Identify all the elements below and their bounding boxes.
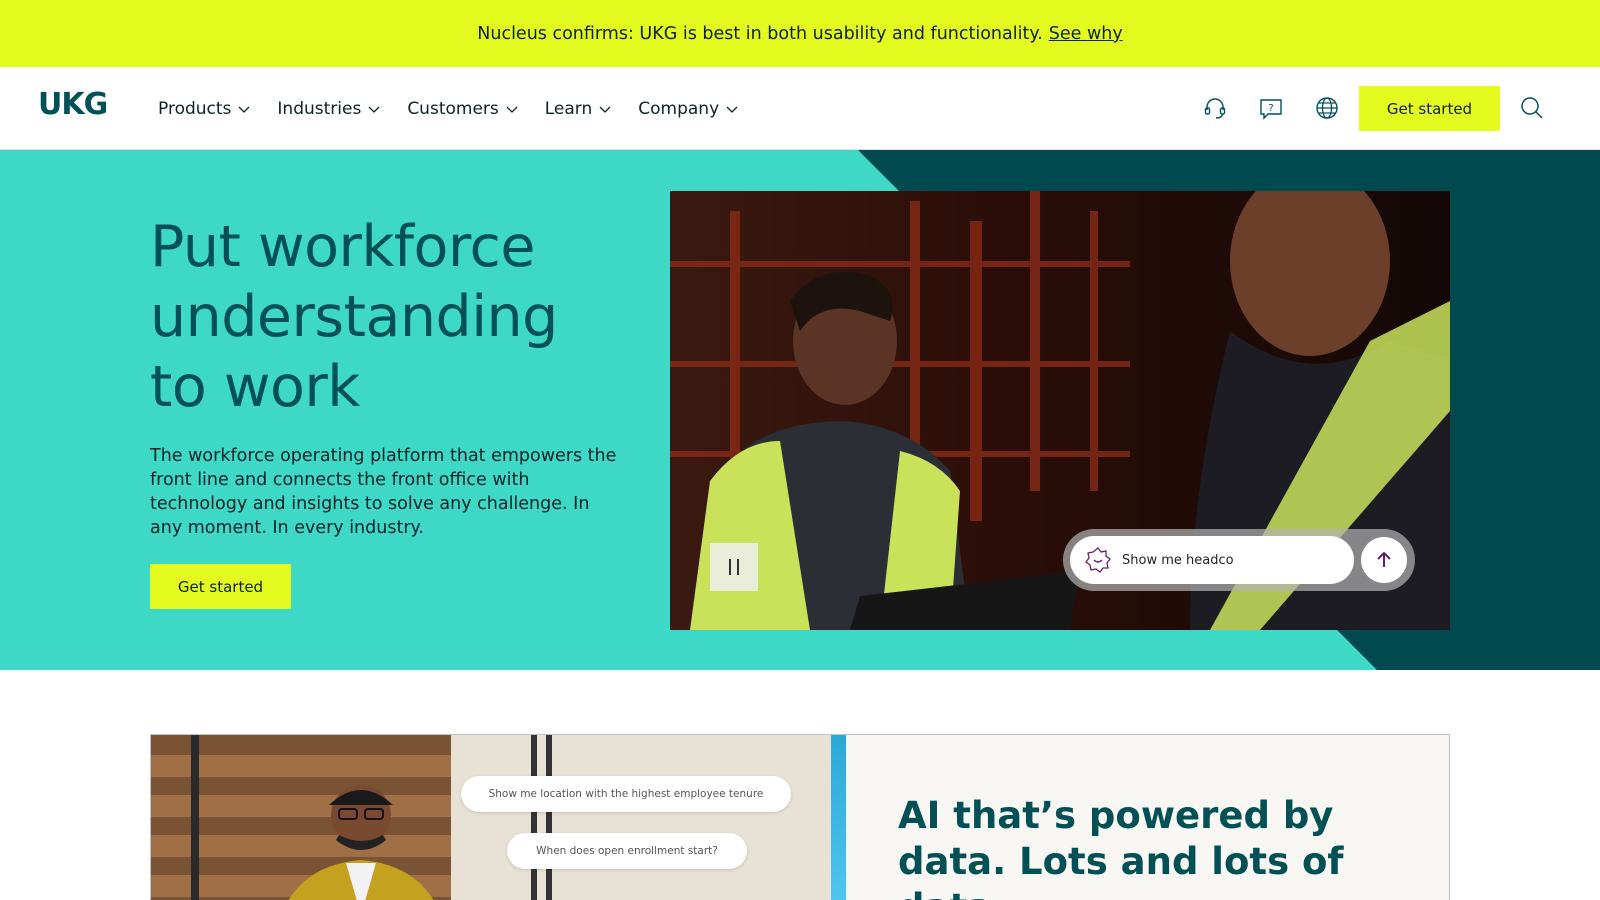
nav-learn[interactable]: Learn [545, 99, 613, 119]
suggestion-bubble[interactable]: Show me location with the highest employ… [461, 776, 791, 812]
pause-button[interactable] [710, 543, 758, 591]
ai-feature-photo: Show me location with the highest employ… [151, 735, 831, 900]
nav-label: Learn [544, 98, 593, 119]
office-photo-illustration [151, 735, 831, 900]
accent-strip [831, 735, 846, 900]
ai-feature-text-panel: AI that’s powered by data. Lots and lots… [846, 735, 1449, 900]
sparkle-badge-icon [1085, 547, 1111, 573]
ai-feature-card: Show me location with the highest employ… [150, 734, 1450, 900]
chevron-down-icon [599, 106, 611, 113]
ai-prompt-text: Show me headco [1122, 552, 1234, 568]
nav-company[interactable]: Company [638, 99, 739, 119]
globe-icon[interactable] [1312, 93, 1342, 123]
arrow-up-icon [1377, 551, 1391, 567]
nav-customers[interactable]: Customers [407, 99, 518, 119]
ai-feature-heading: AI that’s powered by data. Lots and lots… [898, 794, 1344, 900]
see-why-link[interactable]: See why [1049, 24, 1123, 44]
send-button[interactable] [1361, 537, 1407, 583]
nav-label: Products [158, 98, 232, 119]
chevron-down-icon [726, 106, 738, 113]
help-chat-icon[interactable]: ? [1256, 93, 1286, 123]
nav-label: Company [638, 98, 720, 119]
suggestion-bubble[interactable]: When does open enrollment start? [507, 833, 747, 869]
hero-get-started-button[interactable]: Get started [150, 564, 291, 609]
hero-title: Put workforce understanding to work [150, 214, 558, 420]
main-nav: Products Industries Customers Learn Comp… [158, 67, 739, 150]
header-get-started-button[interactable]: Get started [1359, 86, 1500, 131]
hero-section: Put workforce understanding to work The … [0, 150, 1600, 670]
chevron-down-icon [368, 106, 380, 113]
hero-video: Show me headco [670, 191, 1450, 630]
chevron-down-icon [506, 106, 518, 113]
ai-prompt-input[interactable]: Show me headco [1070, 536, 1354, 584]
ukg-logo[interactable]: UKG [38, 87, 108, 122]
nav-label: Customers [407, 98, 499, 119]
hero-subtitle: The workforce operating platform that em… [150, 446, 617, 538]
nav-products[interactable]: Products [158, 99, 251, 119]
banner-text: Nucleus confirms: UKG is best in both us… [477, 23, 1043, 44]
pause-icon [729, 559, 731, 575]
svg-text:?: ? [1268, 103, 1273, 114]
nav-label: Industries [277, 98, 362, 119]
ai-prompt-bar: Show me headco [1063, 529, 1415, 591]
headset-icon[interactable] [1200, 93, 1230, 123]
announcement-banner: Nucleus confirms: UKG is best in both us… [0, 0, 1600, 67]
search-icon[interactable] [1517, 93, 1547, 123]
site-header: UKG Products Industries Customers Learn … [0, 67, 1600, 150]
chevron-down-icon [238, 106, 250, 113]
nav-industries[interactable]: Industries [277, 99, 381, 119]
